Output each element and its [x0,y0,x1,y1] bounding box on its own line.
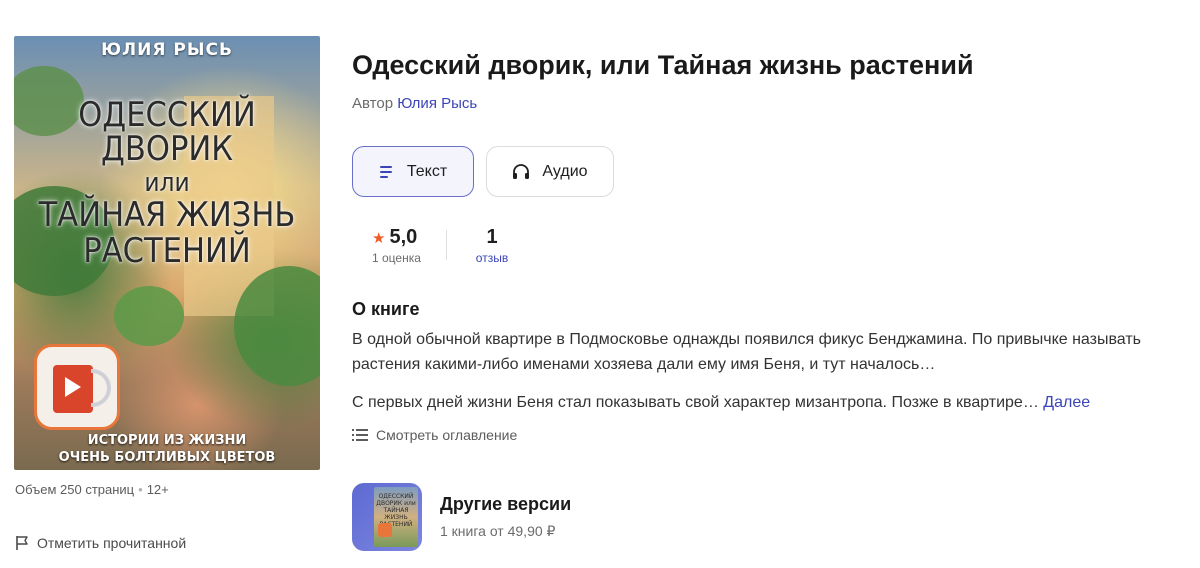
description-text: С первых дней жизни Беня стал показывать… [352,394,1039,411]
format-audio-button[interactable]: Аудио [486,146,614,197]
cover-author: ЮЛИЯ РЫСЬ [101,40,233,60]
reviews-count: 1 [486,226,498,248]
author-line: Автор Юлия Рысь [352,95,477,112]
version-cover-thumbnail: ОДЕССКИЙ ДВОРИК или ТАЙНАЯ ЖИЗНЬ РАСТЕНИ… [352,483,422,551]
versions-title: Другие версии [440,494,572,514]
cover-art-foliage [114,286,184,346]
toc-label: Смотреть оглавление [376,427,518,443]
reviews-link[interactable]: отзыв [472,251,512,265]
cover-tagline-line: ИСТОРИИ ИЗ ЖИЗНИ [87,433,247,448]
audiobook-icon [378,523,392,537]
age-rating: 12+ [146,482,169,497]
page-count: Объем 250 страниц [15,482,135,497]
text-lines-icon [379,165,392,178]
list-icon [352,429,368,441]
author-prefix: Автор [352,95,394,112]
reviews-block[interactable]: 1 отзыв [472,226,512,265]
format-text-button[interactable]: Текст [352,146,474,197]
cover-tagline: ИСТОРИИ ИЗ ЖИЗНИ ОЧЕНЬ БОЛТЛИВЫХ ЦВЕТОВ [14,432,320,466]
rating-value-row: ★ 5,0 [372,226,421,249]
description-paragraph: В одной обычной квартире в Подмосковье о… [352,331,1142,373]
mark-read-label: Отметить прочитанной [37,535,187,551]
book-meta: Объем 250 страниц • 12+ [15,482,169,497]
table-of-contents-link[interactable]: Смотреть оглавление [352,427,517,443]
other-versions[interactable]: ОДЕССКИЙ ДВОРИК или ТАЙНАЯ ЖИЗНЬ РАСТЕНИ… [352,483,571,551]
about-heading: О книге [352,299,420,319]
read-more-link[interactable]: Далее [1043,394,1090,411]
headphones-icon [513,163,530,179]
audiobook-icon [34,344,120,430]
cover-title-line: или [144,168,190,198]
book-title: Одесский дворик, или Тайная жизнь растен… [352,50,974,80]
divider [446,230,447,260]
flag-icon [16,536,28,550]
author-link[interactable]: Юлия Рысь [397,95,477,112]
rating-value: 5,0 [389,226,418,248]
rating-block: ★ 5,0 1 оценка [372,226,421,265]
description-paragraph-truncated: С первых дней жизни Беня стал показывать… [352,390,1182,415]
book-cover[interactable]: ЮЛИЯ РЫСЬ ОДЕССКИЙ ДВОРИК или ТАЙНАЯ ЖИЗ… [14,36,320,470]
format-audio-label: Аудио [542,162,588,180]
mark-read-button[interactable]: Отметить прочитанной [15,535,186,551]
versions-text: Другие версии 1 книга от 49,90 ₽ [440,494,571,540]
meta-separator: • [138,482,143,497]
cover-title: ОДЕССКИЙ ДВОРИК или ТАЙНАЯ ЖИЗНЬ РАСТЕНИ… [14,98,320,268]
cover-title-line: ОДЕССКИЙ ДВОРИК [78,95,256,169]
cover-tagline-line: ОЧЕНЬ БОЛТЛИВЫХ ЦВЕТОВ [58,450,276,465]
format-text-label: Текст [406,162,448,180]
rating-count: 1 оценка [372,251,421,265]
cover-title-line: РАСТЕНИЙ [83,231,251,271]
star-icon: ★ [372,229,386,247]
versions-subtitle: 1 книга от 49,90 ₽ [440,523,556,539]
cover-title-line: ТАЙНАЯ ЖИЗНЬ [38,195,296,235]
